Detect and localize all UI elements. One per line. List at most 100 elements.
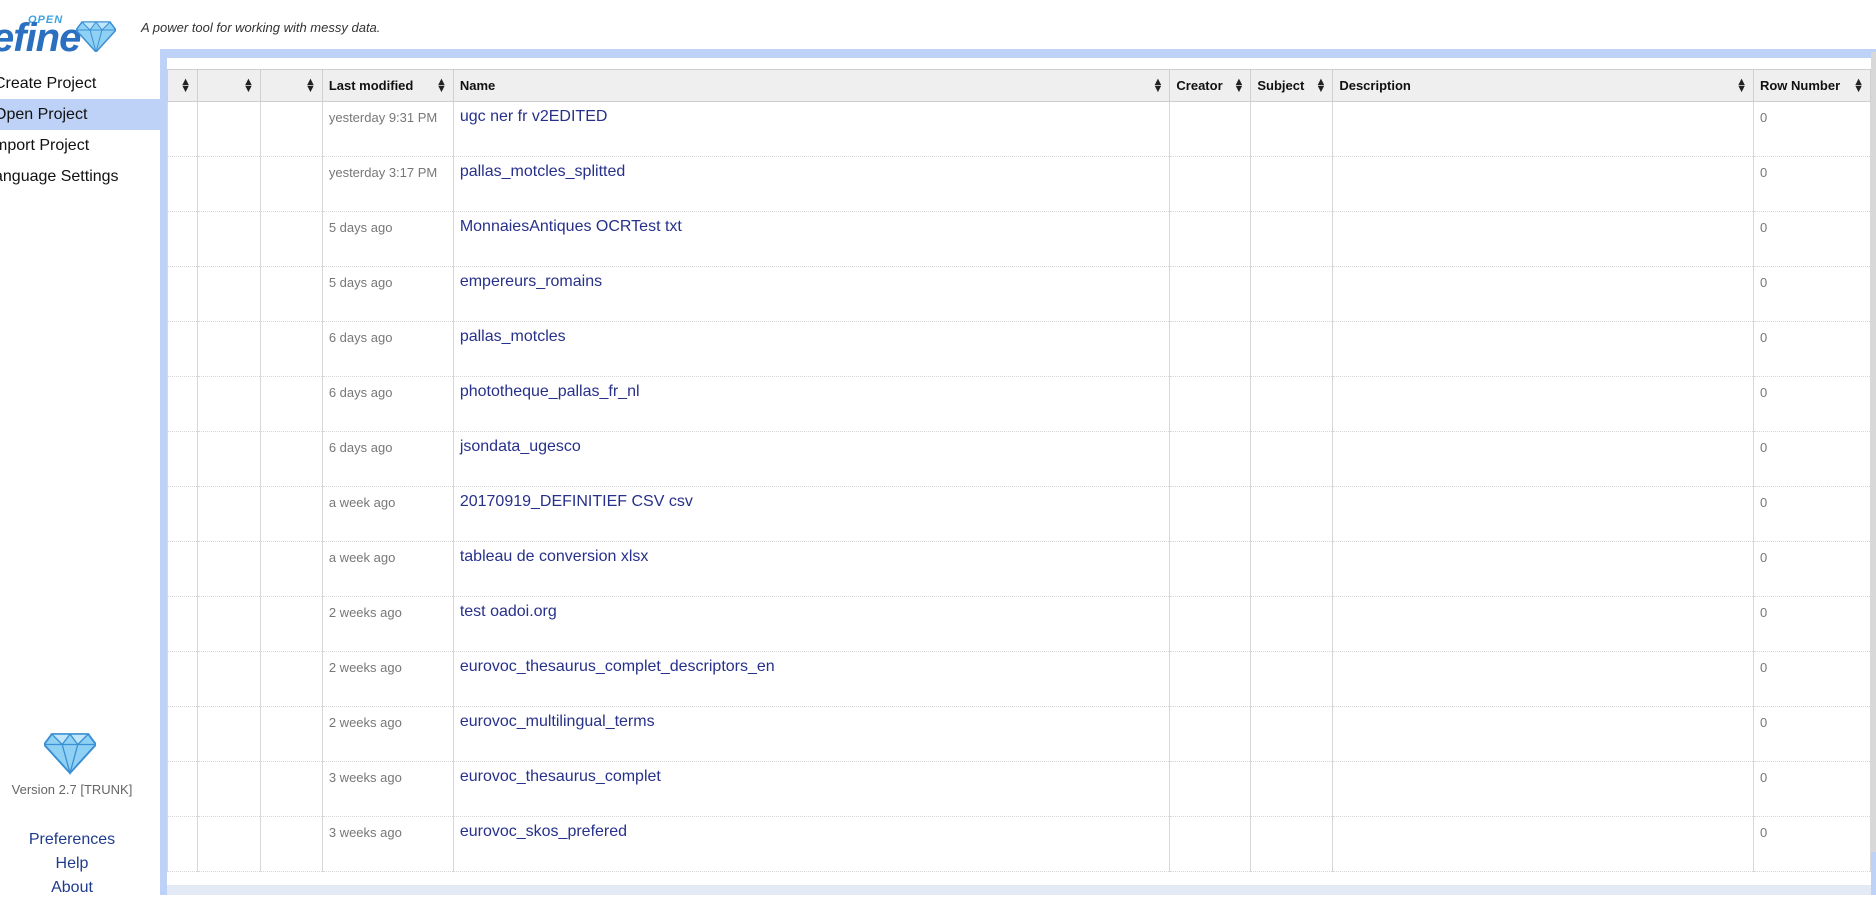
- cell-action-1: [167, 761, 198, 817]
- cell-description: [1332, 266, 1754, 322]
- col-header-description[interactable]: Description ▲ ▼: [1332, 69, 1754, 102]
- col-header-2[interactable]: ▲ ▼: [259, 69, 323, 102]
- table-row[interactable]: 2 weeks ago eurovoc_multilingual_terms 0: [167, 706, 1871, 762]
- sort-arrows-icon[interactable]: ▲ ▼: [436, 77, 447, 95]
- sort-arrows-icon[interactable]: ▲ ▼: [243, 77, 254, 95]
- cell-subject: [1250, 156, 1334, 212]
- cell-action-1: [167, 486, 198, 542]
- project-name-link[interactable]: eurovoc_multilingual_terms: [460, 713, 655, 730]
- cell-subject: [1250, 816, 1334, 872]
- project-name-link[interactable]: empereurs_romains: [460, 273, 602, 290]
- project-name-link[interactable]: eurovoc_skos_prefered: [460, 823, 627, 840]
- project-name-link[interactable]: MonnaiesAntiques OCRTest txt: [460, 218, 682, 235]
- cell-action-1: [167, 156, 198, 212]
- cell-last-modified: 6 days ago: [321, 431, 454, 487]
- nav-create-project-label: Create Project: [0, 75, 97, 92]
- project-name-link[interactable]: eurovoc_thesaurus_complet_descriptors_en: [460, 658, 775, 675]
- sort-arrows-icon[interactable]: ▲ ▼: [1853, 77, 1864, 95]
- table-row[interactable]: 6 days ago phototheque_pallas_fr_nl 0: [167, 376, 1871, 432]
- nav-open-project-label: Open Project: [0, 106, 88, 123]
- nav-language-settings-label: anguage Settings: [0, 168, 119, 185]
- cell-name: eurovoc_skos_prefered: [452, 816, 1171, 872]
- sort-arrows-icon[interactable]: ▲ ▼: [180, 77, 191, 95]
- about-link[interactable]: About: [0, 879, 144, 897]
- sort-arrows-icon[interactable]: ▲ ▼: [305, 77, 316, 95]
- cell-row-number: 0: [1752, 541, 1871, 597]
- project-name-link[interactable]: tableau de conversion xlsx: [460, 548, 649, 565]
- cell-creator: [1169, 761, 1252, 817]
- table-row[interactable]: yesterday 9:31 PM ugc ner fr v2EDITED 0: [167, 101, 1871, 157]
- table-row[interactable]: 5 days ago empereurs_romains 0: [167, 266, 1871, 322]
- nav-language-settings[interactable]: anguage Settings: [0, 161, 160, 192]
- cell-description: [1332, 596, 1754, 652]
- table-row[interactable]: 6 days ago jsondata_ugesco 0: [167, 431, 1871, 487]
- table-row[interactable]: 5 days ago MonnaiesAntiques OCRTest txt 0: [167, 211, 1871, 267]
- sort-arrows-icon[interactable]: ▲ ▼: [1153, 77, 1164, 95]
- sort-arrows-icon[interactable]: ▲ ▼: [1233, 77, 1244, 95]
- project-name-link[interactable]: 20170919_DEFINITIEF CSV csv: [460, 493, 693, 510]
- nav-create-project[interactable]: Create Project: [0, 68, 160, 99]
- table-row[interactable]: 6 days ago pallas_motcles 0: [167, 321, 1871, 377]
- col-header-subject[interactable]: Subject ▲ ▼: [1250, 69, 1334, 102]
- cell-description: [1332, 706, 1754, 762]
- table-body: yesterday 9:31 PM ugc ner fr v2EDITED 0 yes…: [167, 101, 1871, 872]
- vertical-scrollbar[interactable]: [1871, 52, 1876, 852]
- cell-action-3: [259, 211, 323, 267]
- cell-subject: [1250, 101, 1334, 157]
- nav-import-project-label: mport Project: [0, 137, 90, 154]
- col-header-row-number[interactable]: Row Number ▲ ▼: [1752, 69, 1871, 102]
- cell-action-3: [259, 376, 323, 432]
- col-header-last-modified[interactable]: Last modified ▲ ▼: [321, 69, 454, 102]
- cell-last-modified: 3 weeks ago: [321, 761, 454, 817]
- col-header-creator[interactable]: Creator ▲ ▼: [1169, 69, 1252, 102]
- cell-creator: [1169, 101, 1252, 157]
- cell-description: [1332, 541, 1754, 597]
- help-link[interactable]: Help: [0, 855, 144, 873]
- table-row[interactable]: a week ago 20170919_DEFINITIEF CSV csv 0: [167, 486, 1871, 542]
- project-name-link[interactable]: pallas_motcles_splitted: [460, 163, 625, 180]
- sort-arrows-icon[interactable]: ▲ ▼: [1736, 77, 1747, 95]
- table-row[interactable]: 2 weeks ago eurovoc_thesaurus_complet_des…: [167, 651, 1871, 707]
- col-header-name[interactable]: Name ▲ ▼: [452, 69, 1171, 102]
- cell-name: phototheque_pallas_fr_nl: [452, 376, 1171, 432]
- cell-subject: [1250, 596, 1334, 652]
- table-row[interactable]: 3 weeks ago eurovoc_skos_prefered 0: [167, 816, 1871, 872]
- project-name-link[interactable]: eurovoc_thesaurus_complet: [460, 768, 661, 785]
- openrefine-logo[interactable]: OPEN efine: [0, 10, 132, 60]
- sort-arrows-icon[interactable]: ▲ ▼: [1315, 77, 1326, 95]
- project-name-link[interactable]: pallas_motcles: [460, 328, 566, 345]
- cell-creator: [1169, 431, 1252, 487]
- table-row[interactable]: 3 weeks ago eurovoc_thesaurus_complet 0: [167, 761, 1871, 817]
- preferences-link[interactable]: Preferences: [0, 831, 144, 849]
- table-row[interactable]: a week ago tableau de conversion xlsx 0: [167, 541, 1871, 597]
- cell-last-modified: 6 days ago: [321, 321, 454, 377]
- project-name-link[interactable]: ugc ner fr v2EDITED: [460, 108, 608, 125]
- nav-open-project[interactable]: Open Project: [0, 99, 160, 130]
- cell-action-3: [259, 156, 323, 212]
- project-name-link[interactable]: phototheque_pallas_fr_nl: [460, 383, 640, 400]
- project-name-link[interactable]: test oadoi.org: [460, 603, 557, 620]
- table-row[interactable]: yesterday 3:17 PM pallas_motcles_splitted…: [167, 156, 1871, 212]
- cell-action-1: [167, 101, 198, 157]
- cell-action-3: [259, 596, 323, 652]
- left-panel: Create Project Open Project mport Projec…: [0, 52, 160, 897]
- nav-import-project[interactable]: mport Project: [0, 130, 160, 161]
- tagline: A power tool for working with messy data…: [141, 20, 381, 35]
- cell-description: [1332, 431, 1754, 487]
- project-name-link[interactable]: jsondata_ugesco: [460, 438, 581, 455]
- cell-description: [1332, 211, 1754, 267]
- table-row[interactable]: 2 weeks ago test oadoi.org 0: [167, 596, 1871, 652]
- col-header-label: Description: [1339, 78, 1411, 93]
- col-header-0[interactable]: ▲ ▼: [167, 69, 198, 102]
- cell-action-3: [259, 266, 323, 322]
- cell-name: tableau de conversion xlsx: [452, 541, 1171, 597]
- cell-description: [1332, 486, 1754, 542]
- cell-description: [1332, 156, 1754, 212]
- col-header-1[interactable]: ▲ ▼: [196, 69, 261, 102]
- cell-creator: [1169, 816, 1252, 872]
- cell-action-3: [259, 101, 323, 157]
- cell-action-2: [196, 761, 261, 817]
- cell-action-1: [167, 816, 198, 872]
- cell-action-1: [167, 706, 198, 762]
- cell-row-number: 0: [1752, 211, 1871, 267]
